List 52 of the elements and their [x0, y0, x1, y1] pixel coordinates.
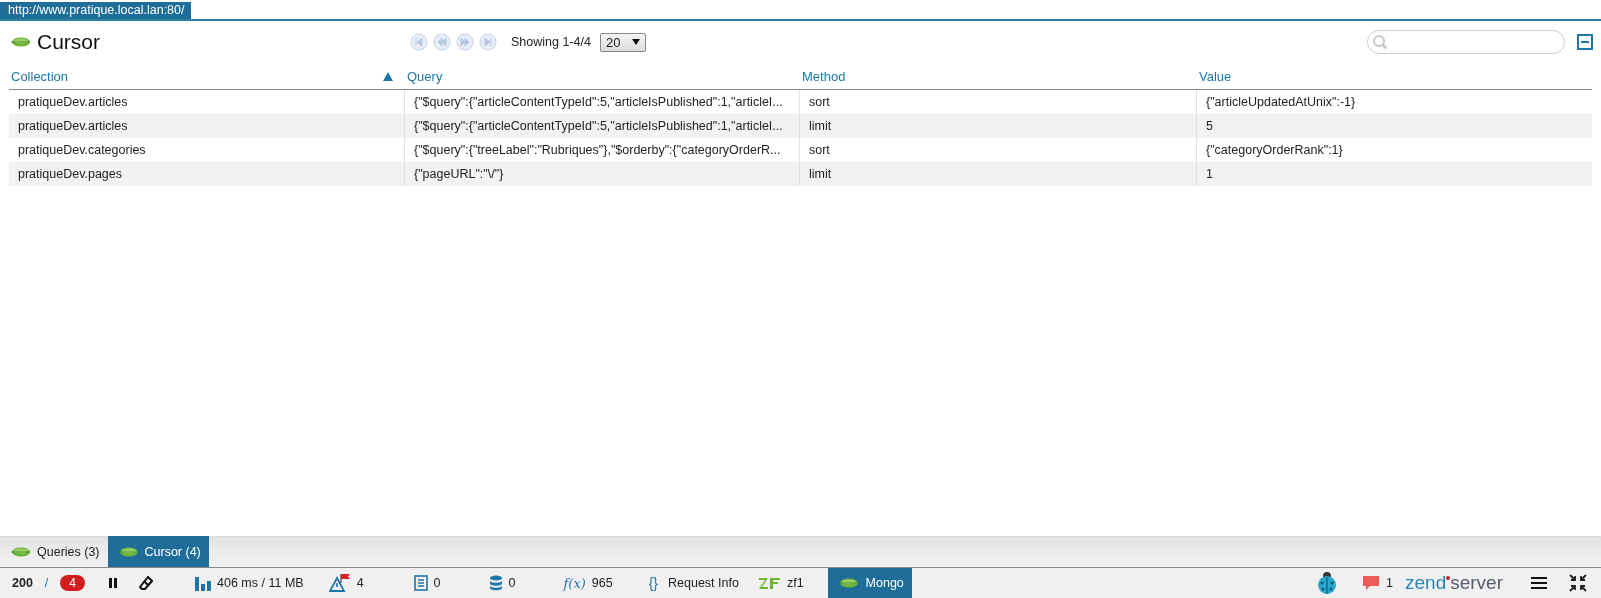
database-icon[interactable]: [488, 575, 503, 591]
eraser-icon[interactable]: [139, 576, 154, 590]
column-header[interactable]: Value: [1197, 64, 1592, 89]
panel-tab[interactable]: Cursor (4): [107, 536, 209, 567]
column-header[interactable]: Method: [800, 64, 1197, 89]
status-value: 0: [433, 576, 441, 590]
error-count-badge[interactable]: 4: [60, 575, 86, 591]
ladybug-icon[interactable]: [1316, 571, 1339, 595]
table-cell-text: {"articleUpdatedAtUnix":-1}: [1205, 94, 1357, 111]
search-icon: [1372, 34, 1388, 50]
mongo-panel-button[interactable]: Mongo: [827, 568, 912, 598]
table-cell: limit: [800, 162, 1197, 186]
warning-flag-icon[interactable]: [328, 574, 351, 592]
table-cell: {"pageURL":"\/"}: [405, 162, 800, 186]
caret-icon: [632, 39, 641, 45]
leaf-icon: [117, 545, 140, 558]
pagination-text: Showing 1-4/4: [511, 35, 591, 49]
zf-logo-icon[interactable]: [758, 577, 781, 589]
panel-tab[interactable]: Queries (3): [0, 536, 108, 567]
leaf-icon: [837, 577, 860, 589]
document-icon[interactable]: [413, 575, 428, 591]
status-value: 0: [508, 576, 516, 590]
table-cell-text: {"categoryOrderRank":1}: [1205, 142, 1344, 159]
pause-icon[interactable]: [107, 577, 120, 589]
page-size-select[interactable]: 20: [599, 32, 647, 52]
status-code: 200: [12, 576, 33, 590]
table-cell-text: 1: [1205, 166, 1214, 183]
column-header[interactable]: Collection: [9, 64, 405, 89]
separator-text: /: [44, 576, 49, 590]
leaf-icon: [10, 545, 32, 558]
braces-text: {}: [648, 575, 658, 591]
status-value: 406 ms / 11 MB: [217, 576, 304, 590]
product-logo: zend server: [1405, 572, 1503, 594]
bar-chart-icon[interactable]: [195, 575, 212, 591]
table-cell: pratiqueDev.articles: [9, 114, 405, 138]
table-cell-text: 5: [1205, 118, 1214, 135]
menu-icon[interactable]: [1531, 577, 1547, 589]
status-value: 4: [356, 576, 364, 590]
status-label: Request Info: [668, 576, 739, 590]
panel-title: Cursor: [37, 30, 100, 54]
function-count-button[interactable]: f(x): [563, 575, 586, 591]
column-header[interactable]: Query: [405, 64, 800, 89]
table-cell: {"$query":{"articleContentTypeId":5,"articleIsPublished":1,"articleI...: [405, 114, 800, 138]
status-value: 1: [1386, 576, 1393, 590]
table-cell: pratiqueDev.pages: [9, 162, 405, 186]
table-cell: limit: [800, 114, 1197, 138]
collapse-icon[interactable]: [1577, 34, 1593, 50]
collapse-arrows-icon[interactable]: [1569, 574, 1587, 592]
leaf-icon: [10, 36, 32, 48]
status-value: 965: [591, 576, 613, 590]
speech-bubble-icon[interactable]: [1362, 575, 1381, 591]
status-label: zf1: [786, 576, 804, 590]
